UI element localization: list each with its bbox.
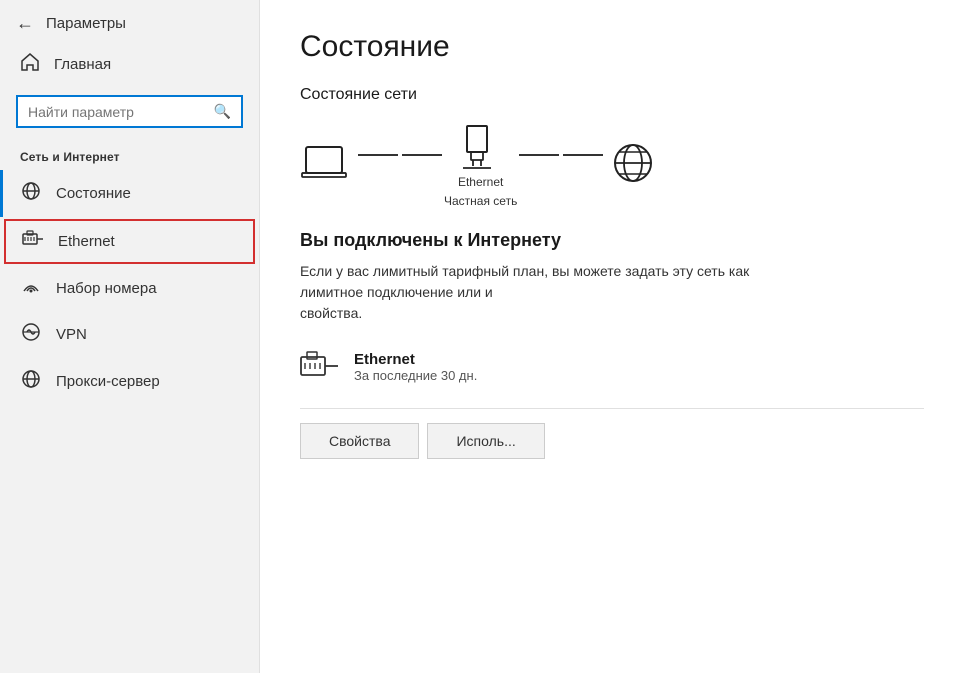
sidebar-item-status[interactable]: Состояние: [0, 170, 259, 217]
private-net-label: Частная сеть: [444, 194, 517, 208]
vpn-icon: [20, 322, 42, 347]
ethernet-sub: За последние 30 дн.: [354, 368, 477, 383]
home-icon: [20, 52, 40, 77]
sidebar-item-dialup[interactable]: Набор номера: [0, 266, 259, 311]
line-laptop-to-router: [356, 154, 444, 156]
sidebar-item-ethernet[interactable]: Ethernet: [4, 219, 255, 264]
sidebar-app-title: Параметры: [46, 15, 126, 32]
search-input[interactable]: [28, 104, 214, 120]
ethernet-icon: [22, 230, 44, 253]
dialup-icon: [20, 277, 42, 300]
ethernet-name: Ethernet: [354, 351, 477, 368]
search-box[interactable]: 🔍: [16, 95, 243, 128]
page-title: Состояние: [300, 30, 924, 64]
ethernet-text-wrap: Ethernet За последние 30 дн.: [354, 351, 477, 383]
internet-icon-wrap: [605, 141, 661, 189]
laptop-icon-wrap: [300, 141, 356, 189]
use-button[interactable]: Исполь...: [427, 423, 544, 459]
back-button[interactable]: ←: [16, 14, 34, 32]
sidebar-dialup-label: Набор номера: [56, 280, 157, 297]
sidebar-item-home[interactable]: Главная: [0, 42, 259, 87]
properties-button[interactable]: Свойства: [300, 423, 419, 459]
main-content: Состояние Состояние сети Eth: [260, 0, 964, 673]
action-buttons: Свойства Исполь...: [300, 408, 924, 459]
laptop-icon: [300, 141, 356, 189]
sidebar-item-proxy[interactable]: Прокси-сервер: [0, 358, 259, 405]
globe-icon: [20, 181, 42, 206]
sidebar-vpn-label: VPN: [56, 326, 87, 343]
line-router-to-internet: [517, 154, 605, 156]
ethernet-row-icon: [300, 350, 340, 384]
description-text: Если у вас лимитный тарифный план, вы мо…: [300, 261, 760, 324]
sidebar-item-vpn[interactable]: VPN: [0, 311, 259, 358]
sidebar: ← Параметры Главная 🔍 Сеть и Интернет Со…: [0, 0, 260, 673]
sidebar-proxy-label: Прокси-сервер: [56, 373, 160, 390]
sidebar-home-label: Главная: [54, 56, 111, 73]
ethernet-diagram-label: Ethernet: [458, 175, 503, 189]
sidebar-status-label: Состояние: [56, 185, 131, 202]
sidebar-header: ← Параметры: [0, 0, 259, 42]
internet-globe-icon: [605, 141, 661, 189]
connected-text: Вы подключены к Интернету: [300, 230, 924, 251]
ethernet-info-row: Ethernet За последние 30 дн.: [300, 344, 924, 390]
sidebar-ethernet-label: Ethernet: [58, 233, 115, 250]
network-status-heading: Состояние сети: [300, 86, 924, 104]
network-diagram: Ethernet Частная сеть: [300, 122, 924, 208]
search-icon: 🔍: [214, 103, 231, 120]
router-icon-wrap: Ethernet Частная сеть: [444, 122, 517, 208]
router-icon: [453, 122, 509, 170]
proxy-icon: [20, 369, 42, 394]
sidebar-section-label: Сеть и Интернет: [0, 142, 259, 170]
